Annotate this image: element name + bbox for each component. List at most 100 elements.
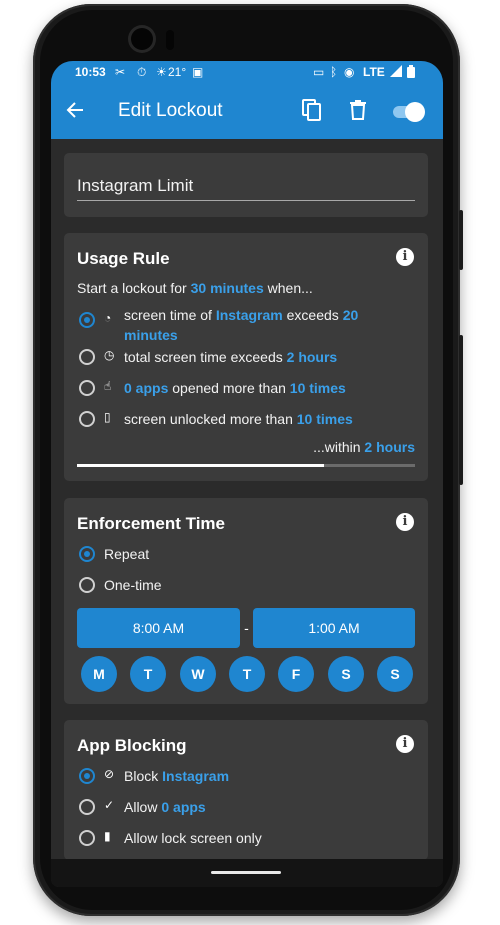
option-middle: opened more than	[168, 380, 290, 396]
option-text: Block Instagram	[124, 768, 229, 784]
copy-icon[interactable]	[302, 99, 322, 126]
option-text: Allow lock screen only	[124, 830, 262, 846]
usage-option-text: screen unlocked more than 10 times	[124, 411, 353, 427]
time-window-track[interactable]	[77, 464, 415, 467]
page-title: Edit Lockout	[118, 100, 223, 121]
radio-button[interactable]	[79, 312, 95, 328]
vibrate-icon: ▭	[313, 65, 325, 79]
power-button	[459, 335, 463, 485]
option-middle: exceeds	[282, 307, 343, 323]
touch-icon: ☝	[104, 379, 112, 393]
battery-icon	[407, 65, 415, 81]
nav-bar	[51, 859, 443, 887]
pie-chart-icon: ◔	[104, 311, 112, 325]
volume-button	[459, 210, 463, 270]
lockout-duration[interactable]: 30 minutes	[191, 280, 264, 296]
option-prefix: Allow lock screen only	[124, 830, 262, 846]
radio-button[interactable]	[79, 380, 95, 396]
enable-toggle[interactable]	[392, 101, 426, 128]
app-blocking-title: App Blocking	[77, 736, 187, 755]
radio-button[interactable]	[79, 830, 95, 846]
usage-intro-prefix: Start a lockout for	[77, 280, 191, 296]
usage-intro: Start a lockout for 30 minutes when...	[77, 280, 313, 296]
usage-option-text: screen time of Instagram exceeds 20 minut…	[124, 305, 358, 345]
radio-button[interactable]	[79, 349, 95, 365]
enforcement-card: Enforcement Time i Repeat One-time 8:00 …	[64, 498, 428, 704]
front-camera	[131, 28, 153, 50]
option-prefix: Allow	[124, 799, 162, 815]
screen: 10:53 ✂ ⏱ ☀ 21° ▣ ▭ ᛒ ◉ LTE Edit Lockout	[51, 61, 443, 887]
option-prefix: Block	[124, 768, 163, 784]
name-card: Instagram Limit	[64, 153, 428, 217]
network-type: LTE	[363, 65, 385, 79]
option-text: Allow 0 apps	[124, 799, 206, 815]
home-gesture-bar[interactable]	[211, 871, 281, 874]
status-bar: 10:53 ✂ ⏱ ☀ 21° ▣ ▭ ᛒ ◉ LTE	[51, 61, 443, 83]
status-time: 10:53	[75, 65, 106, 79]
input-underline	[77, 200, 415, 201]
option-value[interactable]: Instagram	[162, 768, 229, 784]
within-prefix: ...within	[313, 439, 365, 455]
time-separator: -	[244, 620, 249, 636]
radio-button[interactable]	[79, 799, 95, 815]
option-value[interactable]: 20	[343, 307, 359, 323]
app-notification-icon: ▣	[192, 65, 204, 79]
bluetooth-icon: ᛒ	[330, 65, 338, 79]
day-wednesday[interactable]: W	[180, 656, 216, 692]
info-icon[interactable]: i	[396, 513, 414, 531]
option-prefix: screen unlocked more than	[124, 411, 297, 427]
radio-button[interactable]	[79, 546, 95, 562]
info-icon[interactable]: i	[396, 735, 414, 753]
option-app[interactable]: Instagram	[216, 307, 283, 323]
app-blocking-card: App Blocking i ⊘ Block Instagram ✓ Allow…	[64, 720, 428, 860]
radio-button[interactable]	[79, 411, 95, 427]
within-value[interactable]: 2 hours	[364, 439, 415, 455]
phone-lock-icon: ▮	[104, 829, 111, 843]
bluetooth-off-icon: ✂	[115, 65, 126, 79]
app-bar: Edit Lockout	[51, 83, 443, 139]
enforcement-title: Enforcement Time	[77, 514, 226, 533]
signal-icon	[390, 65, 402, 80]
clock-icon: ◷	[104, 348, 115, 362]
usage-rule-card: Usage Rule i Start a lockout for 30 minu…	[64, 233, 428, 481]
radio-button[interactable]	[79, 577, 95, 593]
day-monday[interactable]: M	[81, 656, 117, 692]
status-temp: 21°	[168, 65, 187, 79]
timer-icon: ⏱	[137, 65, 147, 79]
option-label: One-time	[104, 577, 162, 593]
day-thursday[interactable]: T	[229, 656, 265, 692]
time-range: 8:00 AM - 1:00 AM	[77, 608, 415, 648]
start-time-button[interactable]: 8:00 AM	[77, 608, 240, 648]
earpiece	[166, 30, 174, 50]
option-prefix: screen time of	[124, 307, 216, 323]
usage-option-text: total screen time exceeds 2 hours	[124, 349, 337, 365]
option-value-unit[interactable]: minutes	[124, 327, 178, 343]
trash-icon[interactable]	[350, 100, 366, 125]
usage-option-text: 0 apps opened more than 10 times	[124, 380, 346, 396]
option-value[interactable]: 2 hours	[287, 349, 338, 365]
radio-button[interactable]	[79, 768, 95, 784]
arrow-left-icon[interactable]	[65, 100, 85, 125]
option-prefix: total screen time exceeds	[124, 349, 287, 365]
end-time-button[interactable]: 1:00 AM	[253, 608, 415, 648]
info-icon[interactable]: i	[396, 248, 414, 266]
unlock-phone-icon: ▯	[104, 410, 111, 424]
day-friday[interactable]: F	[278, 656, 314, 692]
usage-intro-suffix: when...	[263, 280, 313, 296]
lockout-name-input[interactable]: Instagram Limit	[77, 176, 193, 196]
hotspot-icon: ◉	[344, 65, 355, 79]
option-label: Repeat	[104, 546, 150, 562]
option-value[interactable]: 10 times	[297, 411, 353, 427]
day-tuesday[interactable]: T	[130, 656, 166, 692]
day-saturday[interactable]: S	[328, 656, 364, 692]
weather-icon: ☀	[156, 65, 167, 79]
block-icon: ⊘	[104, 767, 115, 781]
option-value[interactable]: 10 times	[290, 380, 346, 396]
option-value[interactable]: 0 apps	[161, 799, 205, 815]
option-apps[interactable]: 0 apps	[124, 380, 168, 396]
check-circle-icon: ✓	[104, 798, 115, 812]
day-sunday[interactable]: S	[377, 656, 413, 692]
usage-rule-title: Usage Rule	[77, 249, 170, 268]
within-text: ...within 2 hours	[313, 439, 415, 455]
time-window-fill	[77, 464, 324, 467]
